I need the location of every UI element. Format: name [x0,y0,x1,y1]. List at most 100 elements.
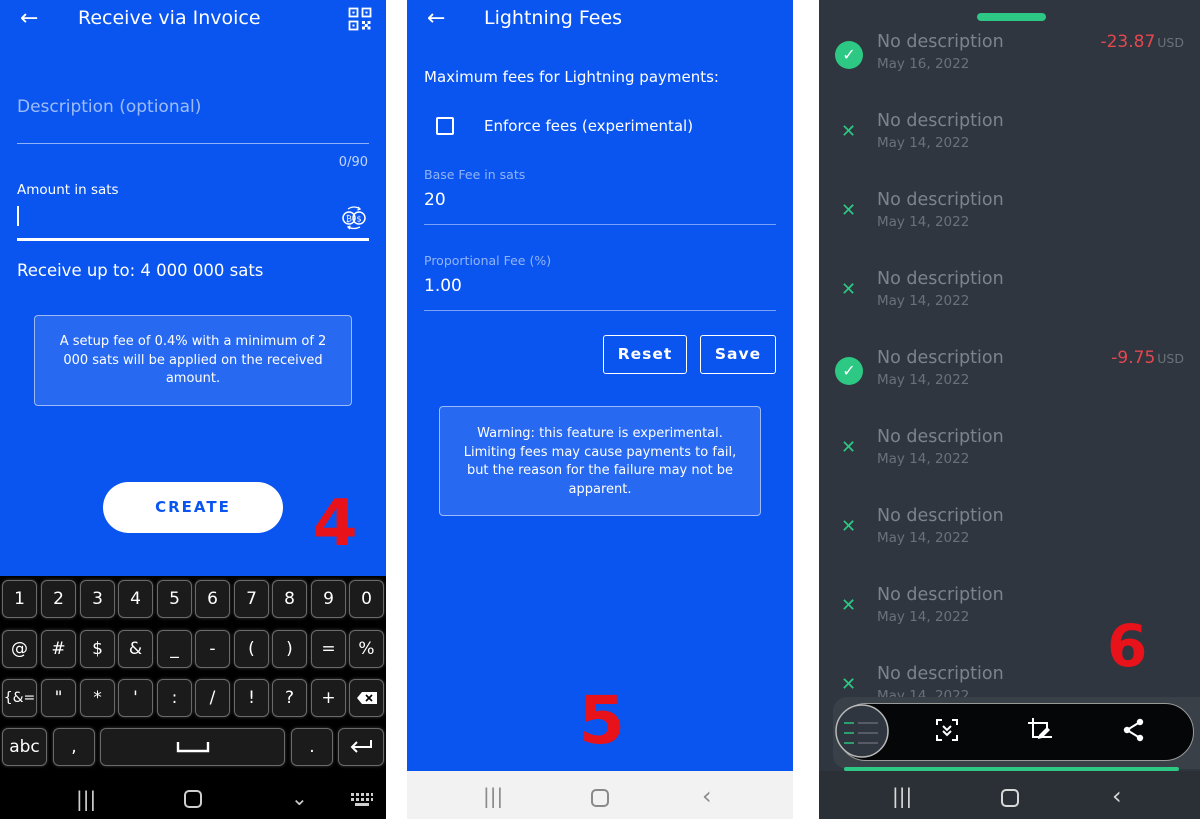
transaction-history-screen: ✓ No description May 16, 2022 -23.87 USD … [819,0,1200,819]
max-fees-heading: Maximum fees for Lightning payments: [424,68,719,86]
list-item[interactable]: ✕ No description May 14, 2022 [819,269,1200,348]
symbol-page-key[interactable]: {&= [2,679,37,717]
amount-label: Amount in sats [17,182,119,198]
top-bar: ← Receive via Invoice [0,0,386,40]
description-underline [17,143,369,144]
key[interactable]: = [311,630,346,668]
key[interactable]: $ [80,630,115,668]
list-item[interactable]: ✕ No description May 14, 2022 [819,111,1200,190]
tx-date: May 14, 2022 [877,293,970,309]
page-title: Lightning Fees [484,7,623,29]
space-bar-icon [176,742,209,753]
backspace-key[interactable] [349,679,384,717]
key[interactable]: * [80,679,115,717]
list-item[interactable]: ✓ No description May 16, 2022 -23.87 USD [819,32,1200,111]
key[interactable]: 2 [41,580,76,618]
period-key[interactable]: . [291,728,333,766]
x-icon: ✕ [841,437,857,458]
key[interactable]: " [41,679,76,717]
crop-edit-icon[interactable] [1027,717,1053,743]
description-input[interactable]: Description (optional) [17,97,201,117]
tx-description: No description [877,585,1004,605]
x-icon: ✕ [841,200,857,221]
step-number-6: 6 [1107,612,1148,680]
reset-button[interactable]: Reset [603,335,687,374]
key[interactable]: + [311,679,346,717]
key[interactable]: - [195,630,230,668]
key[interactable]: @ [2,630,37,668]
recent-apps-icon[interactable]: ||| [892,786,912,806]
recent-apps-icon[interactable]: ||| [483,786,503,806]
back-icon[interactable]: ‹ [702,784,712,808]
create-button[interactable]: CREATE [103,482,283,533]
drag-handle[interactable] [977,13,1046,21]
x-icon: ✕ [841,674,857,695]
base-fee-underline [424,224,776,225]
receive-limit: Receive up to: 4 000 000 sats [17,261,264,280]
home-icon[interactable] [184,790,202,808]
tx-amount: -9.75 USD [1111,348,1184,368]
back-icon[interactable]: ‹ [1112,784,1122,808]
list-item[interactable]: ✕ No description May 14, 2022 [819,506,1200,585]
amount-input[interactable] [17,206,19,226]
key[interactable]: 5 [157,580,192,618]
key[interactable]: ! [234,679,269,717]
key[interactable]: ' [118,679,153,717]
tx-amount: -23.87 USD [1100,32,1184,52]
receive-invoice-screen: ← Receive via Invoice Description (optio… [0,0,386,819]
qr-code-icon[interactable] [348,7,372,31]
abc-key[interactable]: abc [2,728,47,766]
key[interactable]: 3 [80,580,115,618]
key[interactable]: 9 [311,580,346,618]
home-icon[interactable] [1001,789,1019,807]
key[interactable]: ( [234,630,269,668]
key[interactable]: 7 [234,580,269,618]
enforce-fees-label[interactable]: Enforce fees (experimental) [484,117,693,135]
key[interactable]: ? [272,679,307,717]
enforce-fees-checkbox[interactable] [436,117,454,135]
space-key[interactable] [100,728,285,766]
currency-convert-icon[interactable]: ₿ $ [340,204,368,230]
svg-text:$: $ [356,215,361,224]
base-fee-label: Base Fee in sats [424,167,526,182]
key[interactable]: : [157,679,192,717]
back-arrow-icon[interactable]: ← [427,8,445,30]
key[interactable]: # [41,630,76,668]
tx-description: No description [877,348,1004,368]
key[interactable]: ) [272,630,307,668]
key[interactable]: 0 [349,580,384,618]
list-item[interactable]: ✓ No description May 14, 2022 -9.75 USD [819,348,1200,427]
navigation-bar: ||| ‹ [819,771,1200,819]
list-item[interactable]: ✕ No description May 14, 2022 [819,427,1200,506]
screenshot-thumbnail[interactable] [834,703,890,759]
base-fee-input[interactable]: 20 [424,190,446,210]
key[interactable]: 4 [118,580,153,618]
tx-description: No description [877,664,1004,684]
x-icon: ✕ [841,279,857,300]
comma-key[interactable]: , [53,728,95,766]
save-button[interactable]: Save [700,335,776,374]
key[interactable]: % [349,630,384,668]
key[interactable]: 1 [2,580,37,618]
enter-key[interactable] [338,728,384,766]
check-circle-icon: ✓ [835,41,863,69]
back-arrow-icon[interactable]: ← [20,8,38,30]
list-item[interactable]: ✕ No description May 14, 2022 [819,190,1200,269]
keyboard-icon[interactable] [350,792,374,808]
proportional-fee-input[interactable]: 1.00 [424,276,462,296]
home-icon[interactable] [591,789,609,807]
recent-apps-icon[interactable]: ||| [76,789,96,809]
experimental-warning: Warning: this feature is experimental. L… [439,406,761,516]
key[interactable]: & [118,630,153,668]
keyboard-hide-icon[interactable]: ⌄ [291,788,308,808]
key[interactable]: / [195,679,230,717]
scroll-capture-icon[interactable] [934,717,960,743]
share-icon[interactable] [1121,717,1147,743]
backspace-icon [356,692,377,704]
step-number-4: 4 [313,487,358,561]
key[interactable]: 8 [272,580,307,618]
key[interactable]: _ [157,630,192,668]
key[interactable]: 6 [195,580,230,618]
setup-fee-notice: A setup fee of 0.4% with a minimum of 2 … [34,315,352,406]
proportional-fee-label: Proportional Fee (%) [424,253,552,268]
